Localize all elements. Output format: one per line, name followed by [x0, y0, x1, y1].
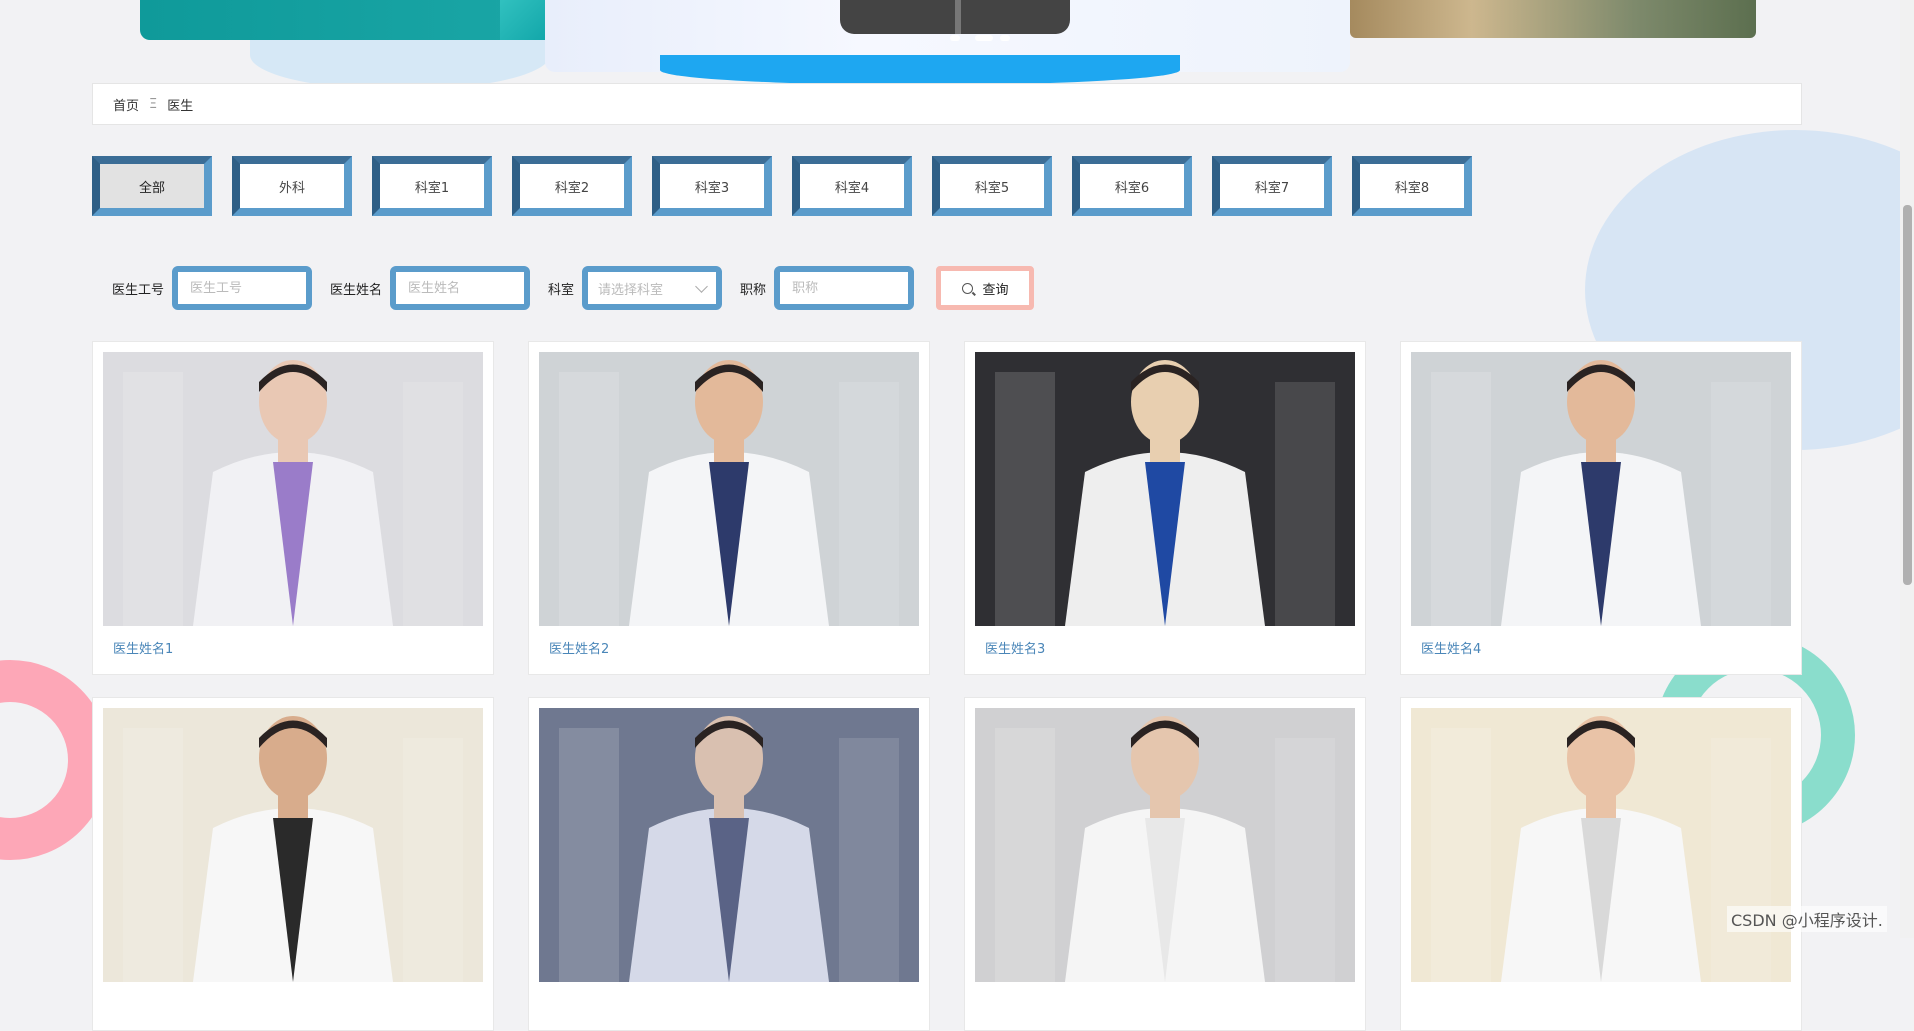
doctor-name[interactable]: 医生姓名4 — [1411, 638, 1791, 657]
doctor-photo[interactable] — [975, 352, 1355, 626]
worker-id-label: 医生工号 — [112, 282, 165, 298]
category-button[interactable]: 科室3 — [652, 156, 772, 216]
breadcrumb-separator: Ξ — [149, 96, 158, 112]
doctor-photo[interactable] — [1411, 352, 1791, 626]
chevron-down-icon — [695, 279, 708, 293]
doctor-card[interactable] — [528, 697, 930, 1031]
category-button[interactable]: 科室8 — [1352, 156, 1472, 216]
doctor-card[interactable] — [1400, 697, 1802, 1031]
doctor-name[interactable]: 医生姓名2 — [539, 638, 919, 657]
category-button[interactable]: 科室5 — [932, 156, 1052, 216]
watermark: CSDN @小程序设计. — [1727, 906, 1887, 932]
search-icon — [961, 282, 973, 294]
doctor-name[interactable]: 医生姓名1 — [103, 638, 483, 657]
dept-label: 科室 — [548, 282, 575, 298]
doctor-card[interactable]: 医生姓名4 — [1400, 341, 1802, 675]
breadcrumb-home[interactable]: 首页 — [113, 95, 139, 114]
category-button[interactable]: 全部 — [92, 156, 212, 216]
dept-select[interactable]: 请选择科室 — [582, 266, 723, 310]
title-label: 职称 — [740, 282, 767, 298]
doctor-card[interactable] — [92, 697, 494, 1031]
doctor-name[interactable]: 医生姓名3 — [975, 638, 1355, 657]
doctor-photo[interactable] — [1411, 708, 1791, 982]
doctor-photo[interactable] — [539, 352, 919, 626]
category-buttons: 全部 外科 科室1 科室2 科室3 科室4 科室5 科室6 科室7 科室8 — [92, 156, 1472, 216]
breadcrumb-current: 医生 — [167, 98, 194, 114]
doctor-card[interactable]: 医生姓名3 — [964, 341, 1366, 675]
category-button[interactable]: 科室1 — [372, 156, 492, 216]
doctor-grid: 医生姓名1 医生姓名2 医生姓名3 医生姓名4 — [92, 341, 1802, 1031]
name-input[interactable] — [390, 266, 531, 310]
category-button[interactable]: 科室2 — [512, 156, 632, 216]
doctor-photo[interactable] — [103, 352, 483, 626]
doctor-card[interactable]: 医生姓名2 — [528, 341, 930, 675]
doctor-photo[interactable] — [539, 708, 919, 982]
doctor-card[interactable] — [964, 697, 1366, 1031]
scrollbar-thumb[interactable] — [1903, 205, 1912, 585]
title-input[interactable] — [774, 266, 915, 310]
name-label: 医生姓名 — [330, 282, 383, 298]
category-button[interactable]: 科室6 — [1072, 156, 1192, 216]
search-form: 医生工号 医生姓名 科室 请选择科室 职称 查询 — [112, 266, 1035, 310]
doctor-photo[interactable] — [975, 708, 1355, 982]
breadcrumb: 首页 Ξ 医生 — [92, 83, 1802, 125]
query-button-label: 查询 — [982, 282, 1009, 298]
query-button[interactable]: 查询 — [936, 266, 1035, 310]
top-banner — [0, 0, 1914, 90]
category-button[interactable]: 科室7 — [1212, 156, 1332, 216]
category-button[interactable]: 外科 — [232, 156, 352, 216]
category-button[interactable]: 科室4 — [792, 156, 912, 216]
doctor-photo[interactable] — [103, 708, 483, 982]
doctor-card[interactable]: 医生姓名1 — [92, 341, 494, 675]
dept-select-placeholder: 请选择科室 — [598, 282, 664, 298]
worker-id-input[interactable] — [172, 266, 313, 310]
